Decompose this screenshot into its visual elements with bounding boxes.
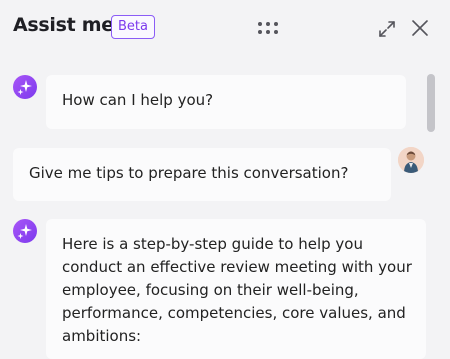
scrollbar-thumb[interactable]	[427, 74, 435, 132]
assistant-header: Assist me Beta	[0, 0, 450, 56]
user-avatar	[398, 147, 424, 173]
sparkle-icon	[17, 224, 32, 239]
panel-title: Assist me	[13, 14, 114, 36]
close-icon[interactable]	[410, 18, 430, 38]
assistant-message: Here is a step-by-step guide to help you…	[46, 219, 426, 359]
user-message: Give me tips to prepare this conversatio…	[13, 148, 391, 201]
message-text: Give me tips to prepare this conversatio…	[29, 164, 349, 182]
drag-handle-dots-icon[interactable]	[256, 20, 280, 36]
sparkle-icon	[17, 80, 32, 95]
expand-arrows-icon[interactable]	[377, 19, 397, 39]
assistant-avatar	[13, 219, 37, 243]
message-text: Here is a step-by-step guide to help you…	[62, 235, 412, 345]
assistant-message: How can I help you?	[46, 75, 406, 129]
beta-badge: Beta	[111, 15, 155, 39]
message-text: How can I help you?	[62, 91, 214, 109]
user-photo-icon	[398, 147, 424, 173]
assistant-avatar	[13, 75, 37, 99]
